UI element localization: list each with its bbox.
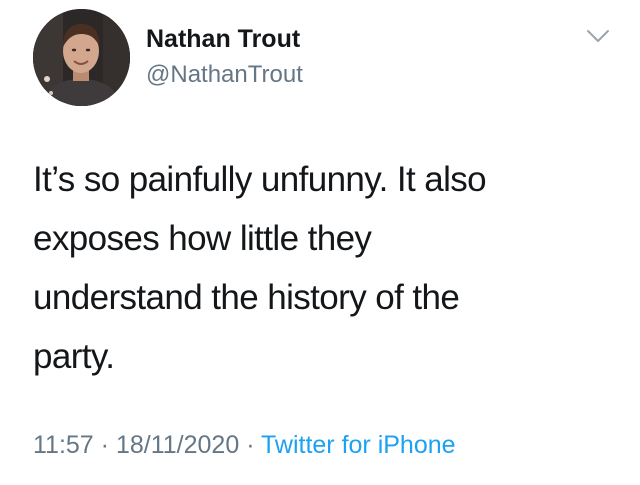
- tweet-card: Nathan Trout @NathanTrout It’s so painfu…: [0, 0, 640, 485]
- tweet-date[interactable]: 18/11/2020: [116, 431, 239, 459]
- tweet-metadata: 11:57 · 18/11/2020 · Twitter for iPhone: [33, 428, 456, 462]
- user-photo-icon: [33, 9, 130, 106]
- tweet-text: It’s so painfully unfunny. It also expos…: [33, 150, 613, 386]
- meta-separator: ·: [100, 431, 109, 459]
- user-handle[interactable]: @NathanTrout: [146, 60, 303, 90]
- tweet-text-line: party.: [33, 337, 115, 376]
- tweet-text-line: exposes how little they: [33, 219, 372, 258]
- tweet-source-link[interactable]: Twitter for iPhone: [261, 431, 456, 459]
- meta-separator: ·: [246, 431, 255, 459]
- tweet-time[interactable]: 11:57: [33, 431, 94, 459]
- avatar[interactable]: [33, 9, 130, 106]
- tweet-text-line: understand the history of the: [33, 278, 460, 317]
- tweet-text-line: It’s so painfully unfunny. It also: [33, 160, 487, 199]
- chevron-down-icon[interactable]: [586, 28, 610, 44]
- display-name[interactable]: Nathan Trout: [146, 24, 300, 54]
